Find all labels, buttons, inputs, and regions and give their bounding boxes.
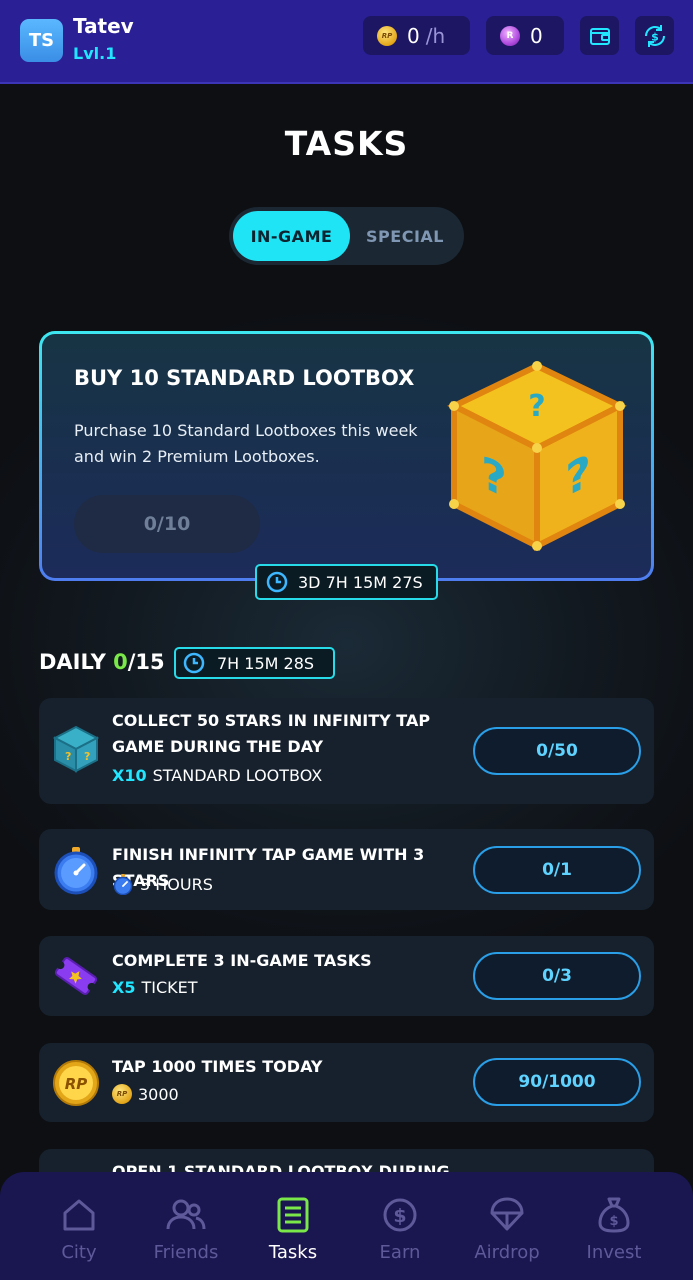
currency-exchange-icon: $ bbox=[644, 24, 665, 47]
tab-special[interactable]: SPECIAL bbox=[350, 211, 460, 261]
svg-text:RP: RP bbox=[65, 1075, 88, 1093]
nav-item-friends[interactable]: Friends bbox=[136, 1196, 236, 1276]
task-title: COLLECT 50 STARS IN INFINITY TAP GAME DU… bbox=[112, 711, 431, 756]
task-card[interactable]: RP TAP 1000 TIMES TODAY RP 3000 90/1000 bbox=[39, 1043, 654, 1122]
nav-item-invest[interactable]: $ Invest bbox=[564, 1196, 664, 1276]
user-level: Lvl.1 bbox=[73, 44, 117, 63]
lootbox-icon: ? ? ? bbox=[447, 361, 627, 551]
nav-label: Friends bbox=[153, 1242, 219, 1263]
lootbox-icon: ? ? bbox=[52, 725, 100, 773]
daily-total-count: /15 bbox=[127, 650, 165, 674]
gem-balance-value: 0 bbox=[530, 23, 543, 48]
task-title: COMPLETE 3 IN-GAME TASKS bbox=[112, 951, 372, 970]
task-title: TAP 1000 TIMES TODAY bbox=[112, 1057, 323, 1076]
reward-label: 3000 bbox=[138, 1084, 179, 1104]
task-progress-button[interactable]: 0/1 bbox=[473, 846, 641, 894]
exchange-button[interactable]: $ bbox=[635, 16, 674, 55]
reward-label: STANDARD LOOTBOX bbox=[152, 766, 323, 785]
nav-item-airdrop[interactable]: Airdrop bbox=[457, 1196, 557, 1276]
task-progress-button[interactable]: 0/3 bbox=[473, 952, 641, 1000]
username: Tatev bbox=[73, 14, 134, 38]
gem-balance-pill[interactable]: R 0 bbox=[486, 16, 564, 55]
bottom-navigation: City Friends Tasks $ Earn Airdrop $ Inve… bbox=[0, 1172, 693, 1280]
top-bar: TS Tatev Lvl.1 RP 0 /h R 0 $ bbox=[0, 0, 693, 84]
daily-timer: 7H 15M 28S bbox=[174, 647, 335, 679]
rp-rate-unit: /h bbox=[425, 23, 446, 48]
rp-coin-icon: RP bbox=[112, 1084, 132, 1104]
featured-timer-text: 3D 7H 15M 27S bbox=[298, 572, 423, 592]
wallet-icon bbox=[589, 27, 610, 45]
tasks-icon bbox=[277, 1197, 309, 1233]
svg-text:$: $ bbox=[609, 1214, 618, 1229]
wallet-button[interactable] bbox=[580, 16, 619, 55]
task-reward: X5 TICKET bbox=[112, 978, 198, 997]
stopwatch-icon bbox=[113, 874, 133, 895]
nav-label: Tasks bbox=[268, 1242, 318, 1263]
rp-coin-icon: RP bbox=[53, 1060, 99, 1106]
reward-label: 3 HOURS bbox=[140, 874, 213, 894]
dollar-icon: $ bbox=[383, 1198, 417, 1232]
nav-label: Airdrop bbox=[474, 1242, 540, 1263]
daily-heading: DAILY 0/15 bbox=[39, 650, 165, 674]
featured-task-card[interactable]: BUY 10 STANDARD LOOTBOX Purchase 10 Stan… bbox=[39, 331, 654, 581]
friends-icon bbox=[166, 1199, 206, 1230]
rp-rate-value: 0 bbox=[407, 23, 420, 48]
svg-text:?: ? bbox=[65, 750, 71, 763]
svg-text:?: ? bbox=[84, 750, 90, 763]
tab-in-game[interactable]: IN-GAME bbox=[233, 211, 350, 261]
home-icon bbox=[63, 1199, 95, 1231]
reward-multiplier: X10 bbox=[112, 766, 147, 785]
daily-timer-text: 7H 15M 28S bbox=[217, 653, 315, 673]
task-tabs: IN-GAME SPECIAL bbox=[229, 207, 464, 265]
task-progress-button[interactable]: 90/1000 bbox=[473, 1058, 641, 1106]
nav-item-tasks[interactable]: Tasks bbox=[243, 1196, 343, 1276]
clock-icon bbox=[183, 652, 205, 674]
page-title: TASKS bbox=[284, 124, 409, 163]
task-reward: X10 STANDARD LOOTBOX bbox=[112, 766, 322, 785]
rp-rate-pill[interactable]: RP 0 /h bbox=[363, 16, 470, 55]
featured-task-progress: 0/10 bbox=[74, 495, 260, 553]
featured-task-timer: 3D 7H 15M 27S bbox=[255, 564, 438, 600]
rp-coin-icon: RP bbox=[377, 25, 397, 46]
task-card[interactable]: ? ? COLLECT 50 STARS IN INFINITY TAP GAM… bbox=[39, 698, 654, 804]
money-bag-icon: $ bbox=[598, 1197, 630, 1233]
task-card[interactable]: FINISH INFINITY TAP GAME WITH 3 STARS 3 … bbox=[39, 829, 654, 910]
task-card[interactable]: COMPLETE 3 IN-GAME TASKS X5 TICKET 0/3 bbox=[39, 936, 654, 1016]
reward-label: TICKET bbox=[141, 978, 198, 997]
svg-text:?: ? bbox=[528, 389, 545, 424]
nav-label: Invest bbox=[586, 1242, 642, 1263]
nav-item-city[interactable]: City bbox=[29, 1196, 129, 1276]
task-reward: 3 HOURS bbox=[112, 873, 213, 895]
stopwatch-icon bbox=[54, 847, 98, 895]
parachute-icon bbox=[490, 1197, 524, 1231]
nav-label: City bbox=[61, 1242, 97, 1263]
daily-done-count: 0 bbox=[113, 650, 128, 674]
avatar[interactable]: TS bbox=[20, 19, 63, 62]
task-progress-button[interactable]: 0/50 bbox=[473, 727, 641, 775]
clock-icon bbox=[266, 571, 288, 593]
nav-item-earn[interactable]: $ Earn bbox=[350, 1196, 450, 1276]
svg-text:$: $ bbox=[393, 1205, 406, 1227]
gem-icon: R bbox=[500, 25, 520, 46]
reward-multiplier: X5 bbox=[112, 978, 136, 997]
nav-label: Earn bbox=[379, 1242, 421, 1263]
featured-task-title: BUY 10 STANDARD LOOTBOX bbox=[74, 366, 415, 390]
svg-text:$: $ bbox=[651, 30, 659, 43]
featured-task-description: Purchase 10 Standard Lootboxes this week… bbox=[74, 421, 418, 466]
ticket-icon bbox=[54, 957, 98, 995]
daily-label: DAILY bbox=[39, 650, 106, 674]
task-reward: RP 3000 bbox=[112, 1084, 179, 1104]
